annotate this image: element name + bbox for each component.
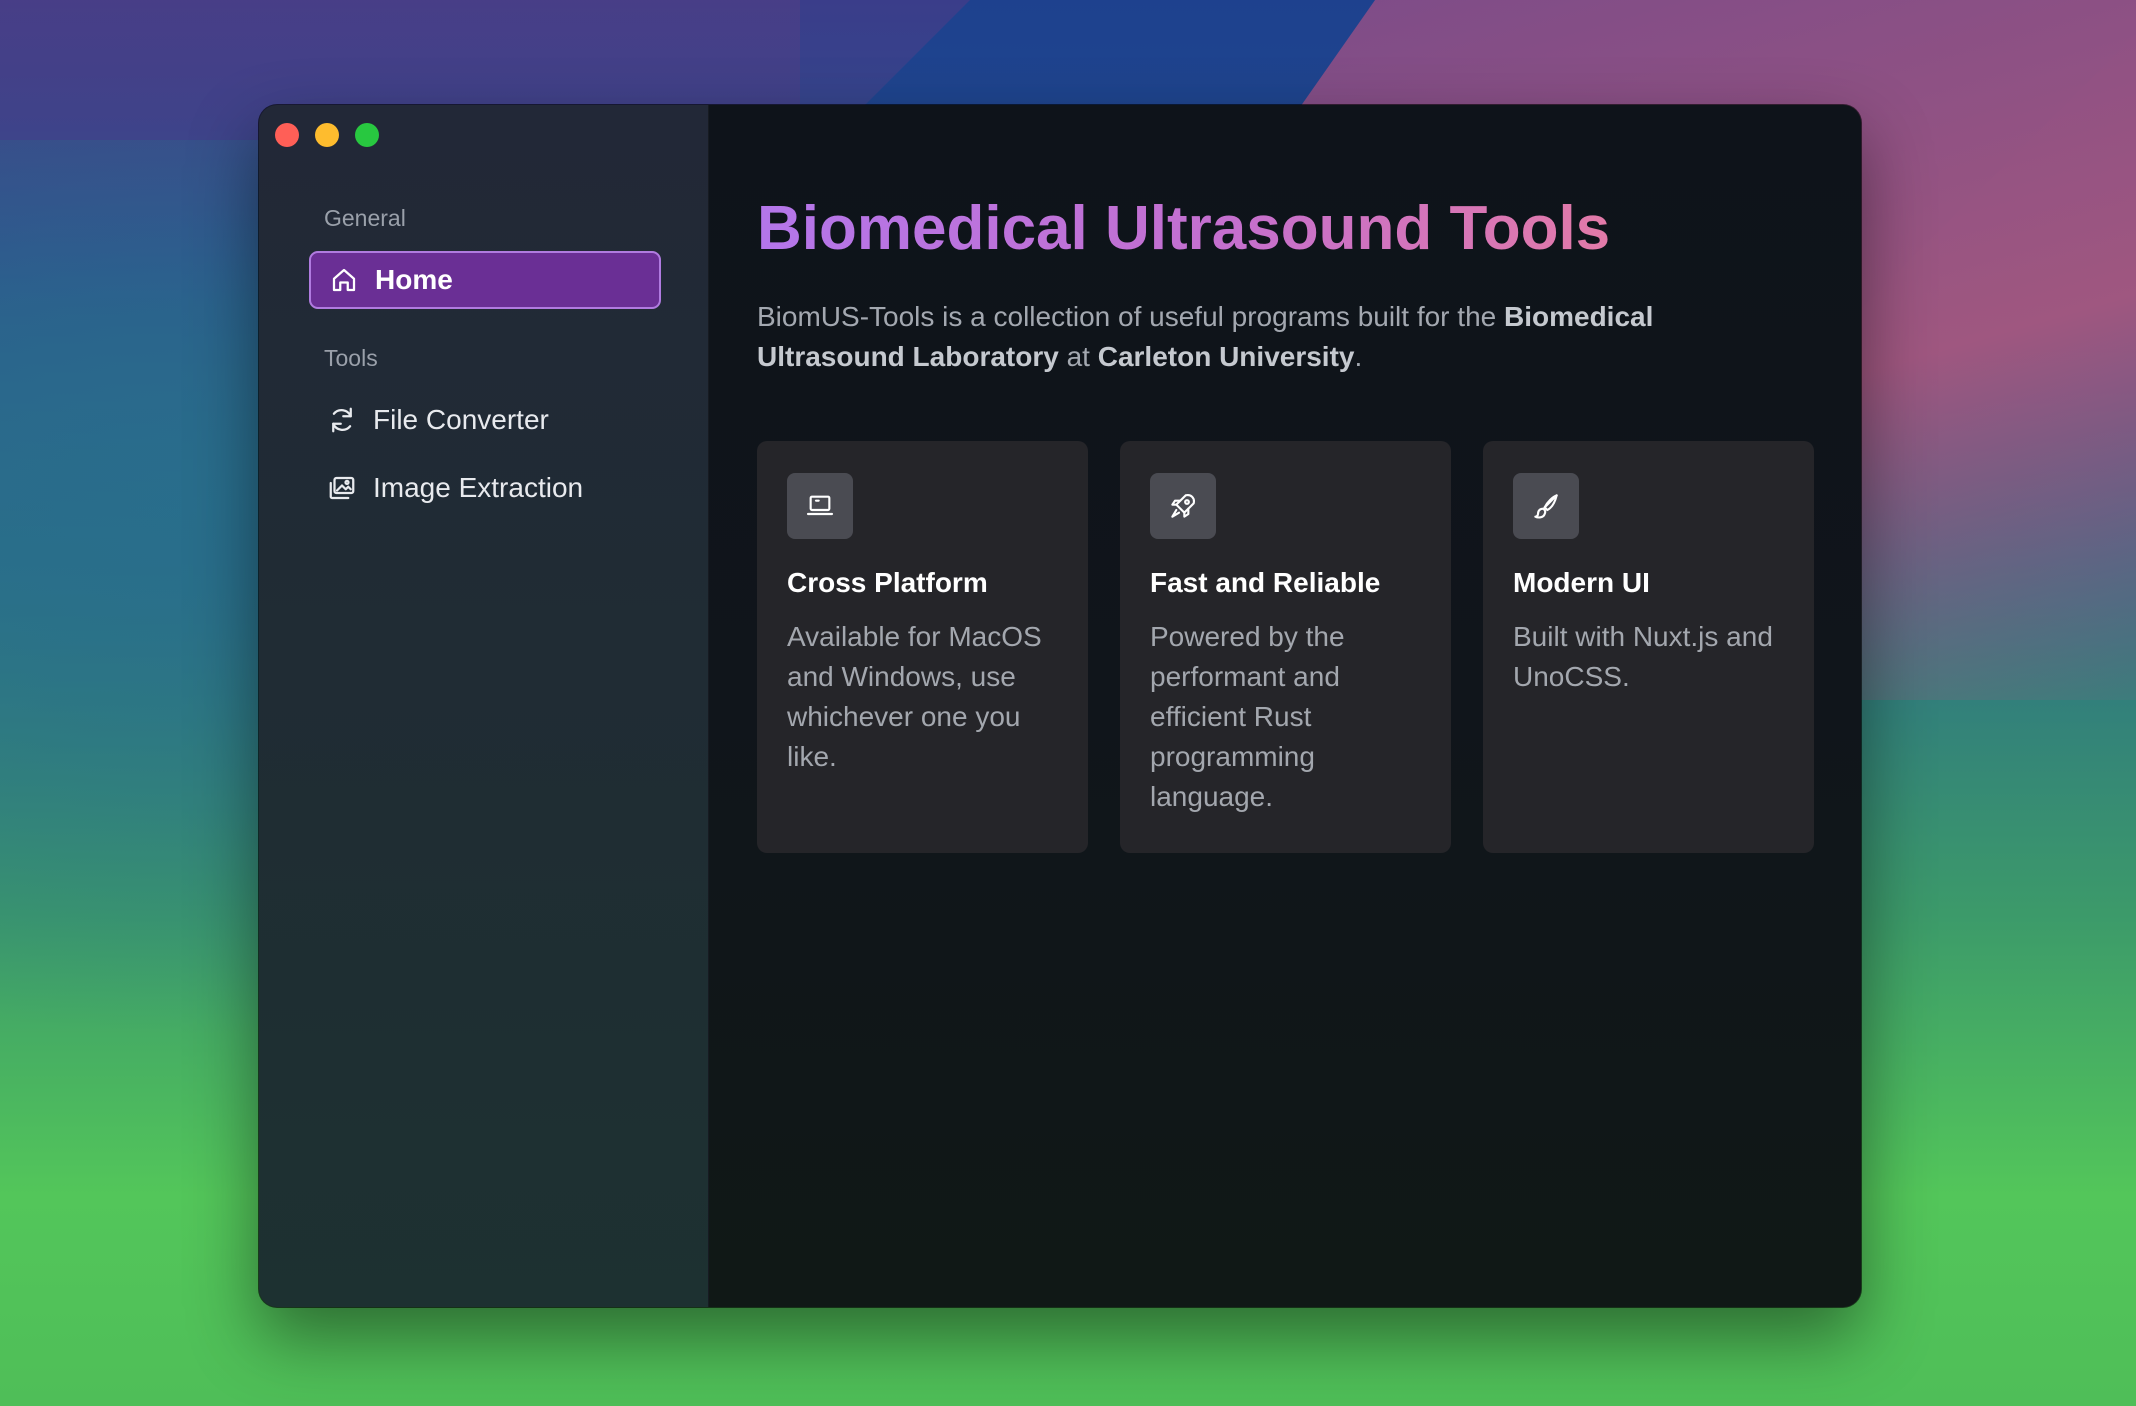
card-title: Modern UI bbox=[1513, 567, 1650, 598]
sidebar-item-label: File Converter bbox=[373, 404, 549, 435]
sidebar: General Home Tools File Converter Image … bbox=[259, 105, 709, 1307]
card-text: Built with Nuxt.js and UnoCSS. bbox=[1513, 621, 1773, 692]
brush-icon bbox=[1513, 473, 1579, 539]
feature-card-cross-platform: Cross Platform Available for MacOS and W… bbox=[757, 441, 1088, 853]
close-window-button[interactable] bbox=[275, 123, 299, 147]
app-window: General Home Tools File Converter Image … bbox=[259, 105, 1861, 1307]
sidebar-item-home[interactable]: Home bbox=[309, 251, 661, 309]
feature-card-modern-ui: Modern UI Built with Nuxt.js and UnoCSS. bbox=[1483, 441, 1814, 853]
sidebar-item-label: Home bbox=[375, 264, 453, 295]
description-text: . bbox=[1354, 341, 1363, 372]
sidebar-section-tools: Tools bbox=[324, 345, 378, 371]
sidebar-item-image-extraction[interactable]: Image Extraction bbox=[309, 459, 661, 517]
window-controls bbox=[275, 123, 379, 147]
card-text: Available for MacOS and Windows, use whi… bbox=[787, 621, 1042, 772]
description-text: BiomUS-Tools is a collection of useful p… bbox=[757, 301, 1504, 332]
home-icon bbox=[329, 265, 359, 295]
images-icon bbox=[327, 473, 357, 503]
maximize-window-button[interactable] bbox=[355, 123, 379, 147]
page-title: Biomedical Ultrasound Tools bbox=[757, 194, 1611, 263]
feature-cards: Cross Platform Available for MacOS and W… bbox=[757, 441, 1814, 853]
sidebar-item-file-converter[interactable]: File Converter bbox=[309, 391, 661, 449]
card-text: Powered by the performant and efficient … bbox=[1150, 621, 1345, 812]
main-content: Biomedical Ultrasound Tools BiomUS-Tools… bbox=[709, 105, 1861, 1307]
laptop-icon bbox=[787, 473, 853, 539]
sidebar-section-general: General bbox=[324, 205, 406, 231]
card-title: Fast and Reliable bbox=[1150, 567, 1381, 598]
refresh-icon bbox=[327, 405, 357, 435]
card-title: Cross Platform bbox=[787, 567, 988, 598]
rocket-icon bbox=[1150, 473, 1216, 539]
page-description: BiomUS-Tools is a collection of useful p… bbox=[757, 297, 1757, 377]
feature-card-fast-reliable: Fast and Reliable Powered by the perform… bbox=[1120, 441, 1451, 853]
description-text: at bbox=[1058, 341, 1098, 372]
description-bold-university: Carleton University bbox=[1097, 341, 1355, 372]
minimize-window-button[interactable] bbox=[315, 123, 339, 147]
sidebar-item-label: Image Extraction bbox=[373, 472, 584, 503]
